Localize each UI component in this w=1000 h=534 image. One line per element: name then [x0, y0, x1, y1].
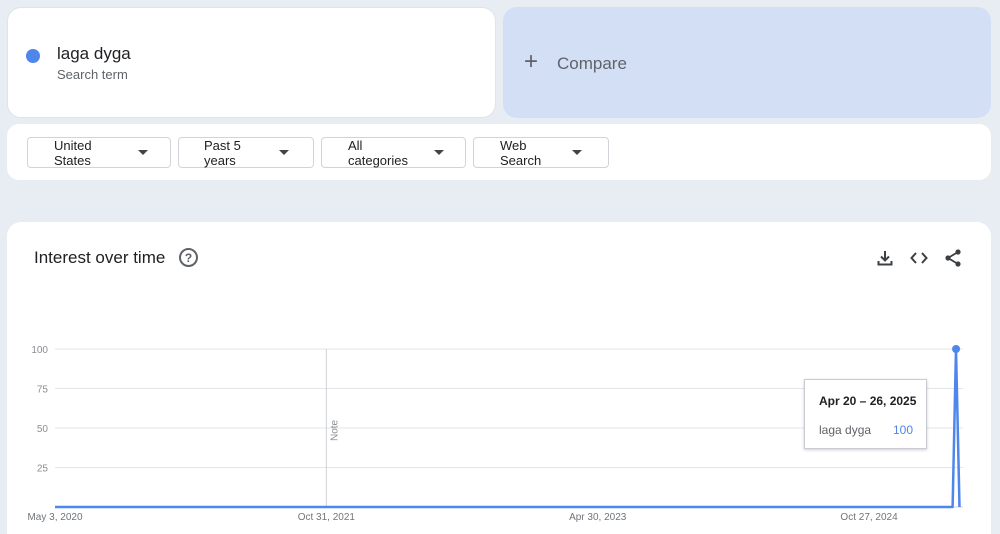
filter-timerange-label: Past 5 years [204, 137, 241, 168]
tooltip-date: Apr 20 – 26, 2025 [819, 394, 917, 408]
filter-category-label: All categories [348, 137, 408, 168]
y-tick-label: 100 [31, 345, 48, 356]
y-tick-label: 25 [37, 464, 49, 475]
plus-icon: + [524, 48, 539, 75]
chevron-down-icon [279, 150, 289, 155]
search-term-name[interactable]: laga dyga [57, 44, 131, 64]
share-icon[interactable] [943, 248, 963, 268]
y-tick-label: 50 [37, 424, 49, 435]
x-tick-label: Apr 30, 2023 [569, 512, 627, 523]
data-point-peak [952, 345, 961, 353]
x-tick-label: Oct 31, 2021 [298, 512, 356, 523]
chevron-down-icon [138, 150, 148, 155]
filter-region-label: United States [54, 137, 92, 168]
search-term-sublabel: Search term [57, 67, 128, 82]
term-color-dot [26, 49, 40, 63]
x-tick-label: Oct 27, 2024 [840, 512, 898, 523]
annotation-label: Note [329, 419, 340, 441]
chevron-down-icon [572, 150, 582, 155]
chart-tooltip: Apr 20 – 26, 2025 laga dyga 100 [804, 379, 927, 449]
download-icon[interactable] [875, 248, 895, 268]
filter-property-dropdown[interactable]: Web Search [473, 137, 609, 168]
tooltip-term: laga dyga [819, 423, 872, 437]
help-circle-icon[interactable]: ? [179, 248, 198, 267]
chart-title: Interest over time [34, 248, 166, 267]
filter-timerange-dropdown[interactable]: Past 5 years [178, 137, 314, 168]
filter-property-label: Web Search [500, 137, 542, 168]
y-tick-label: 75 [37, 385, 49, 396]
chevron-down-icon [434, 150, 444, 155]
tooltip-value: 100 [892, 423, 913, 437]
filter-region-dropdown[interactable]: United States [27, 137, 171, 168]
compare-label: Compare [557, 54, 627, 73]
x-tick-label: May 3, 2020 [27, 512, 82, 523]
embed-code-icon[interactable] [909, 248, 929, 268]
filter-category-dropdown[interactable]: All categories [321, 137, 466, 168]
